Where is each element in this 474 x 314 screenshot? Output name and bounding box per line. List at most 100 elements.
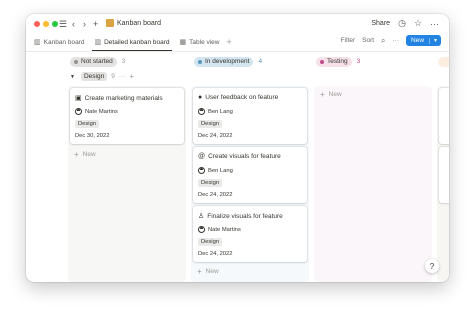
new-card-button[interactable]: + New [320,90,342,99]
card-title-text: User feedback on feature [205,94,279,101]
status-badge: In development [194,56,254,67]
search-icon[interactable]: ⌕ [381,36,385,46]
card-date: Dec 30, 2022 [75,133,110,139]
column-header-testing[interactable]: Testing 3 [316,56,360,67]
minimize-window-button[interactable] [43,21,49,27]
table-icon: ▦ [179,39,187,46]
card-title: ▣ Create marketing materials [75,94,163,103]
card-finalize-visuals-for-feature[interactable]: ♙ Finalize visuals for feature Nate Mart… [193,206,307,262]
column-count: 3 [121,58,126,65]
card-date: Dec 24, 2022 [198,251,233,257]
add-icon: + [197,267,202,276]
column-testing [314,86,432,282]
new-label: New [82,151,96,158]
card-partial[interactable] [439,88,449,144]
column-label: In development [205,58,250,65]
back-icon[interactable]: ‹ [72,17,75,31]
card-partial[interactable] [439,147,449,203]
window-controls [34,21,61,27]
clock-icon[interactable]: ◷ [398,18,406,29]
more-icon[interactable]: ··· [430,19,439,29]
tab-label: Detailed kanban board [104,38,170,46]
chevron-down-icon[interactable]: ▼ [429,37,441,44]
assignee-name: Nate Martins [85,108,118,115]
hierarchy-icon: ♙ [198,213,205,220]
assignee: Nate Martins [198,226,241,233]
card-create-visuals-for-feature[interactable]: @ Create visuals for feature Ben Lang De… [193,147,307,203]
board-icon: ▥ [94,39,102,46]
breadcrumb-label: Kanban board [117,19,161,27]
card-title-text: Create visuals for feature [208,153,281,160]
card-date: Dec 24, 2022 [198,133,233,139]
tab-kanban-board[interactable]: ▥ Kanban board [32,34,86,50]
maximize-window-button[interactable] [52,21,58,27]
sidebar-icon[interactable]: ☰ [59,17,67,31]
tab-label: Kanban board [43,38,85,46]
card-user-feedback-on-feature[interactable]: ● User feedback on feature Ben Lang Desi… [193,88,307,144]
new-label: New [328,91,342,98]
tag-badge: Design [198,179,223,187]
add-icon: + [74,150,79,159]
filter-button[interactable]: Filter [341,37,355,44]
collapse-toggle-icon[interactable]: ▼ [70,74,75,80]
forward-icon[interactable]: › [83,17,86,31]
new-card-button[interactable]: + New [197,267,219,276]
card-title: ♙ Finalize visuals for feature [198,212,283,221]
more-icon[interactable]: ··· [393,37,400,44]
column-label: Testing [327,58,348,65]
avatar [198,226,205,233]
new-button-label: New [411,37,425,44]
column-count: 3 [356,58,361,65]
image-icon: ▣ [75,95,82,102]
close-window-button[interactable] [34,21,40,27]
sort-button[interactable]: Sort [362,37,374,44]
avatar [198,167,205,174]
column-count: 4 [258,58,263,65]
tag-badge: Design [198,120,223,128]
help-button[interactable]: ? [425,259,439,273]
column-header-in-development[interactable]: In development 4 [194,56,262,67]
avatar [198,108,205,115]
tab-detailed-kanban-board[interactable]: ▥ Detailed kanban board [92,34,172,51]
board-icon: ▥ [34,39,41,46]
share-button[interactable]: Share [371,20,390,27]
group-row: ▼ Design 9 ··· + [70,72,134,81]
status-dot [74,59,78,64]
app-window: ☰ ‹ › + Kanban board Share ◷ ☆ ··· ▥ Kan… [26,14,449,282]
card-title: ● User feedback on feature [198,94,278,101]
divider [26,51,449,52]
add-icon: + [320,90,325,99]
status-badge: Testing [316,56,352,67]
assignee: Ben Lang [198,167,233,174]
group-label[interactable]: Design [80,72,108,81]
assignee-name: Ben Lang [208,108,233,115]
status-badge: Not started [70,56,117,67]
title-bar: ☰ ‹ › + Kanban board Share ◷ ☆ ··· [26,14,449,34]
add-icon[interactable]: + [129,72,134,81]
card-title: @ Create visuals for feature [198,153,281,160]
add-view-button[interactable]: + [227,37,232,47]
column-header-next[interactable] [438,56,449,67]
card-create-marketing-materials[interactable]: ▣ Create marketing materials Nate Martin… [70,88,184,144]
column-header-not-started[interactable]: Not started 3 [70,56,125,67]
add-icon[interactable]: + [93,17,98,31]
status-dot [320,59,324,64]
avatar [75,108,82,115]
new-card-button[interactable]: + New [74,150,96,159]
new-button[interactable]: New ▼ [406,35,441,46]
assignee-name: Nate Martins [208,226,241,233]
card-title-text: Create marketing materials [84,94,163,102]
at-icon: @ [198,153,206,160]
tab-table-view[interactable]: ▦ Table view [178,34,222,50]
column-label: Not started [81,58,113,65]
assignee: Ben Lang [198,108,233,115]
star-icon[interactable]: ☆ [414,18,422,29]
card-date: Dec 24, 2022 [198,192,233,198]
tab-label: Table view [189,38,220,46]
chat-icon: ● [198,94,203,101]
more-icon[interactable]: ··· [119,73,126,80]
breadcrumb[interactable]: Kanban board [106,19,161,27]
card-title-text: Finalize visuals for feature [207,212,283,220]
status-dot [198,59,202,64]
group-count: 9 [111,73,115,80]
